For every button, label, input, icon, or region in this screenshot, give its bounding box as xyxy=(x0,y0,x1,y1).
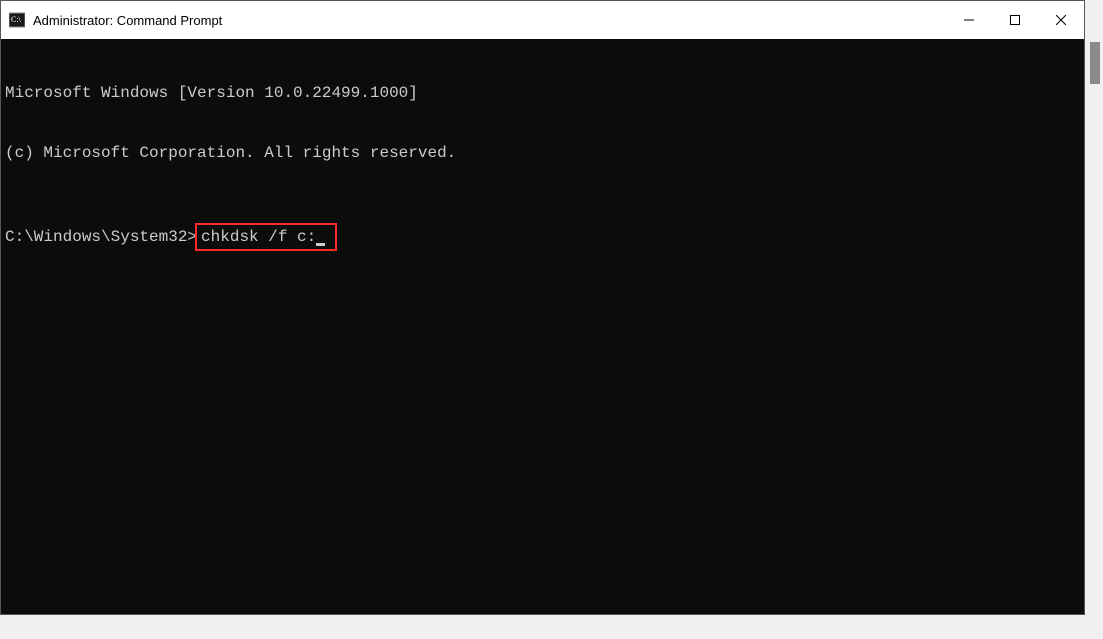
window-controls xyxy=(946,1,1084,39)
typed-command: chkdsk /f c: xyxy=(201,227,316,247)
cmd-icon: C:\ xyxy=(9,12,25,28)
vertical-scrollbar[interactable] xyxy=(1086,0,1103,639)
command-highlight-box: chkdsk /f c: xyxy=(195,223,337,251)
window-title: Administrator: Command Prompt xyxy=(33,13,946,28)
svg-text:C:\: C:\ xyxy=(11,15,22,24)
minimize-button[interactable] xyxy=(946,1,992,39)
command-prompt-window: C:\ Administrator: Command Prompt Micros… xyxy=(0,0,1085,615)
prompt-path: C:\Windows\System32> xyxy=(5,227,197,247)
terminal-output-line: Microsoft Windows [Version 10.0.22499.10… xyxy=(5,83,1080,103)
titlebar[interactable]: C:\ Administrator: Command Prompt xyxy=(1,1,1084,39)
close-button[interactable] xyxy=(1038,1,1084,39)
terminal-area[interactable]: Microsoft Windows [Version 10.0.22499.10… xyxy=(1,39,1084,614)
prompt-line: C:\Windows\System32> chkdsk /f c: xyxy=(5,223,1080,251)
maximize-button[interactable] xyxy=(992,1,1038,39)
terminal-output-line: (c) Microsoft Corporation. All rights re… xyxy=(5,143,1080,163)
text-cursor xyxy=(316,243,325,246)
scrollbar-thumb[interactable] xyxy=(1090,42,1100,84)
